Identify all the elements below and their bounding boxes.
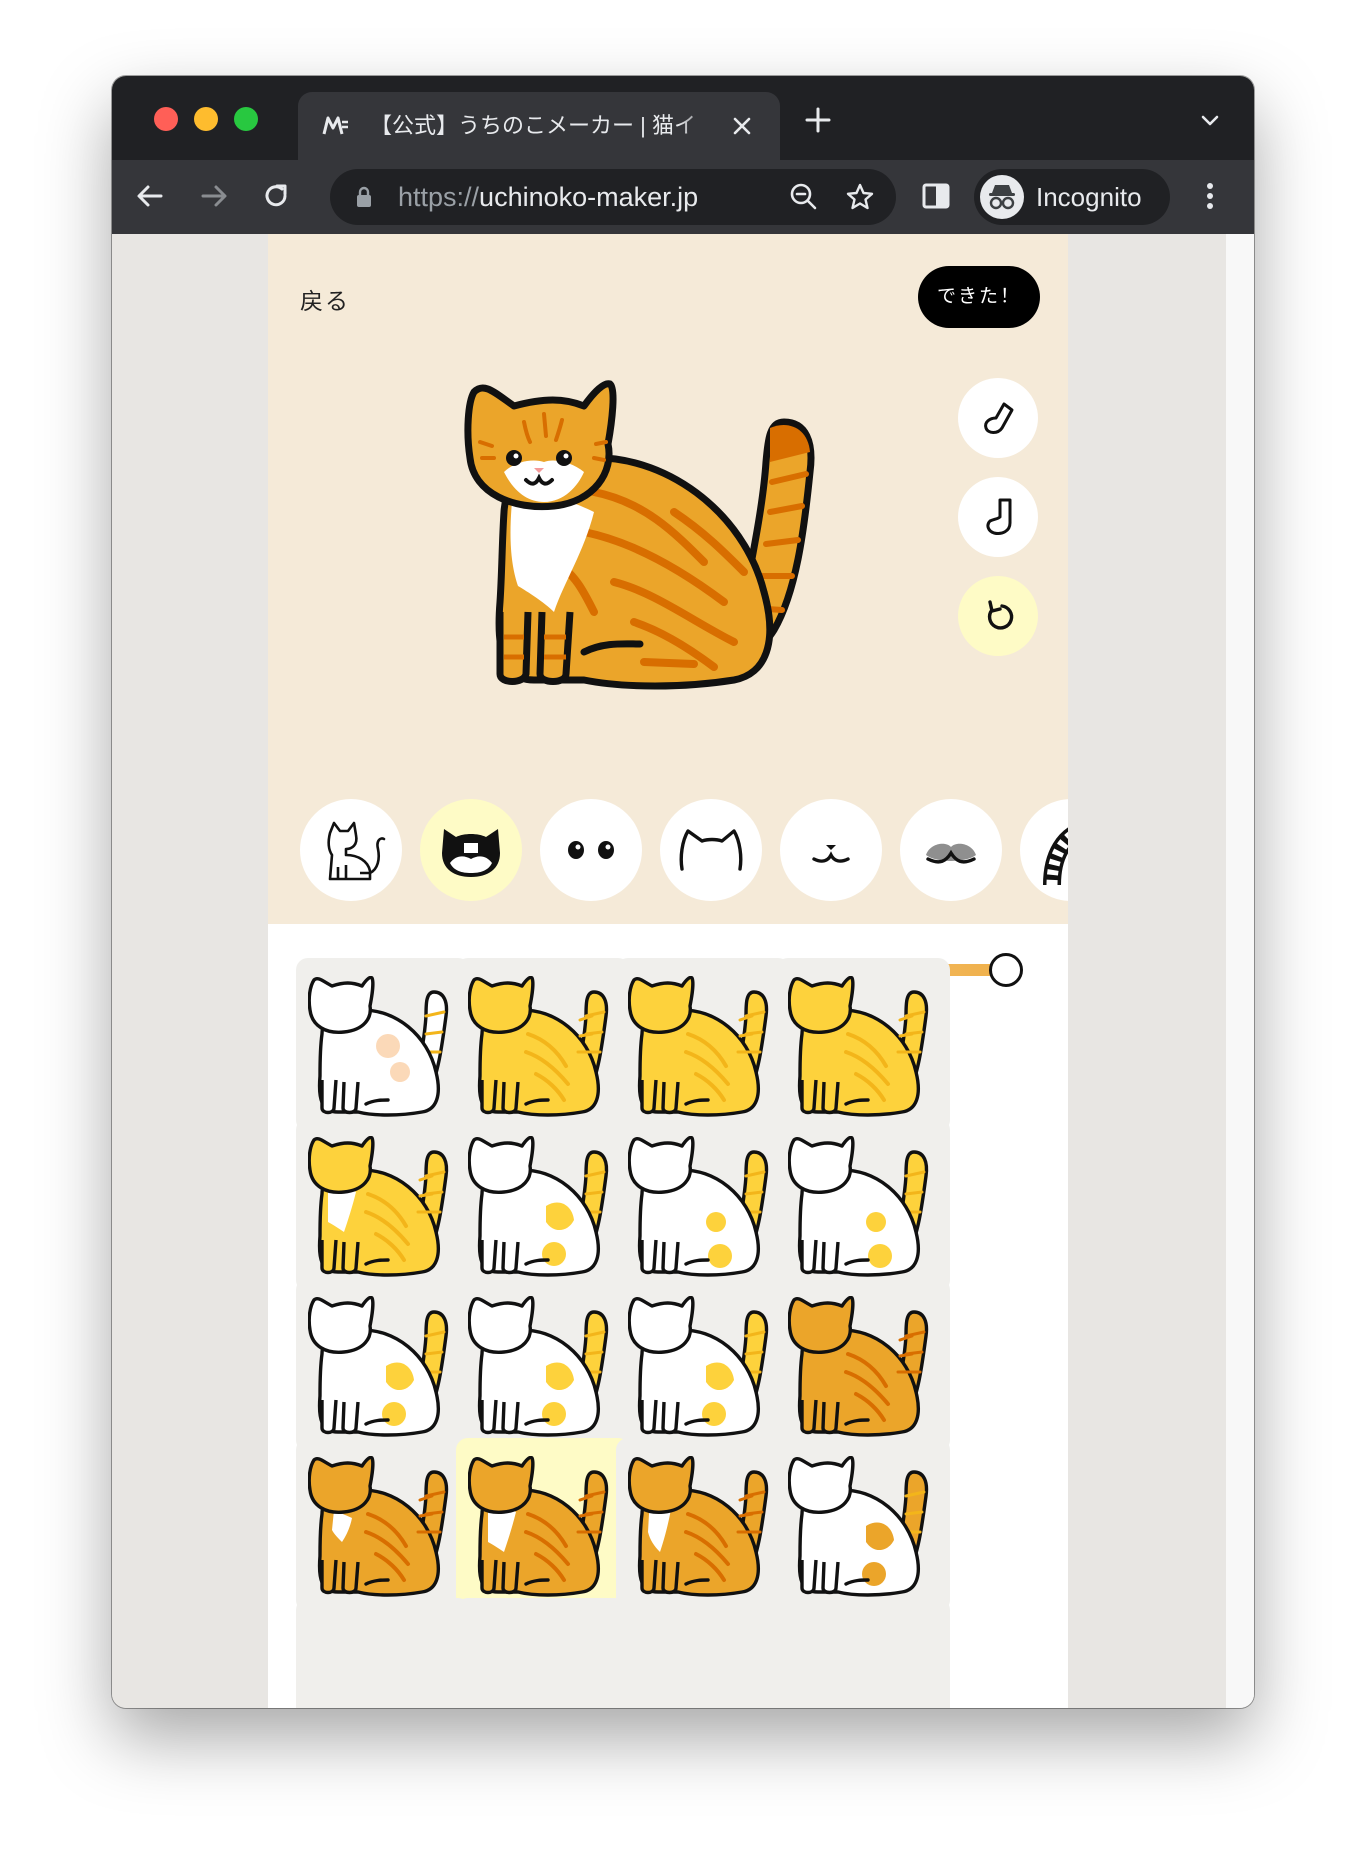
forward-arrow-icon[interactable] [196, 178, 232, 214]
body-part-icon [327, 821, 386, 881]
part-mouth-button[interactable] [780, 799, 882, 901]
cat-pattern-thumbnail [468, 1136, 609, 1277]
new-tab-icon[interactable] [802, 104, 834, 136]
long-sock-button[interactable] [958, 477, 1038, 557]
pattern-option[interactable] [296, 1438, 470, 1612]
cat-pattern-thumbnail [788, 1136, 929, 1277]
cat-pattern-thumbnail [308, 1296, 449, 1437]
pattern-option[interactable] [776, 958, 950, 1132]
part-body-button[interactable] [300, 799, 402, 901]
part-nose-button[interactable] [900, 799, 1002, 901]
chevron-down-icon[interactable] [1198, 108, 1222, 132]
lock-icon [357, 186, 371, 207]
url-text: https://uchinoko-maker.jp [398, 181, 698, 213]
part-tail-button[interactable] [1020, 799, 1068, 901]
pattern-option[interactable] [776, 1118, 950, 1292]
part-face-pattern-button[interactable] [420, 799, 522, 901]
incognito-avatar [980, 175, 1024, 219]
browser-toolbar: https://uchinoko-maker.jp Incognito [112, 160, 1254, 234]
page-viewport: 戻る できた！ [112, 234, 1254, 1708]
tab-title: 【公式】うちのこメーカー | 猫イ [370, 113, 696, 138]
cat-pattern-thumbnail [308, 976, 449, 1117]
pattern-option[interactable] [296, 1598, 470, 1708]
short-sock-icon [984, 402, 1014, 434]
pattern-option[interactable] [616, 1278, 790, 1452]
cat-pattern-thumbnail [788, 1456, 929, 1597]
cat-pattern-thumbnail [308, 1136, 449, 1277]
tab-strip: 【公式】うちのこメーカー | 猫イ [112, 76, 1254, 160]
pattern-option[interactable] [296, 1278, 470, 1452]
mouth-part-icon [812, 845, 850, 863]
cat-pattern-thumbnail [628, 1456, 769, 1597]
minimize-window-button[interactable] [194, 107, 218, 131]
tail-part-icon [1043, 828, 1068, 885]
address-bar[interactable]: https://uchinoko-maker.jp [330, 169, 896, 225]
incognito-label: Incognito [1036, 182, 1142, 212]
reset-button[interactable] [958, 576, 1038, 656]
pattern-option[interactable] [456, 1278, 630, 1452]
pattern-option[interactable] [296, 958, 470, 1132]
short-sock-button[interactable] [958, 378, 1038, 458]
done-button[interactable]: できた！ [918, 266, 1040, 328]
cat-pattern-thumbnail [788, 1296, 929, 1437]
pattern-option[interactable] [456, 1598, 630, 1708]
cat-pattern-thumbnail [468, 1296, 609, 1437]
pattern-grid [296, 958, 1044, 1708]
color-slider-thumb[interactable] [989, 953, 1023, 987]
back-link[interactable]: 戻る [300, 282, 350, 316]
tab-title-fade [678, 108, 718, 144]
cat-pattern-thumbnail [628, 1296, 769, 1437]
long-sock-icon [986, 498, 1012, 535]
side-panel-icon[interactable] [918, 178, 954, 214]
pattern-option[interactable] [456, 958, 630, 1132]
pattern-option[interactable] [456, 1438, 630, 1612]
preview-stage: 戻る できた！ [268, 234, 1068, 924]
eyes-part-icon [568, 841, 614, 859]
url-host: uchinoko-maker.jp [479, 182, 699, 212]
reset-icon [987, 600, 1014, 630]
cat-pattern-thumbnail [468, 976, 609, 1117]
browser-tab[interactable]: 【公式】うちのこメーカー | 猫イ [298, 92, 780, 160]
cat-maker-app: 戻る できた！ [268, 234, 1068, 1708]
close-window-button[interactable] [154, 107, 178, 131]
pattern-option[interactable] [296, 1118, 470, 1292]
back-arrow-icon[interactable] [132, 178, 168, 214]
cat-pattern-thumbnail [788, 976, 929, 1117]
parts-selector [300, 799, 1068, 903]
bookmark-star-icon[interactable] [844, 181, 876, 213]
cat-pattern-thumbnail [628, 976, 769, 1117]
pattern-option[interactable] [616, 1598, 790, 1708]
more-menu-icon[interactable] [1194, 178, 1226, 214]
cat-pattern-thumbnail [468, 1456, 609, 1597]
close-tab-icon[interactable] [728, 112, 756, 140]
pattern-option[interactable] [616, 1438, 790, 1612]
reload-icon[interactable] [258, 178, 294, 214]
url-scheme: https:// [398, 182, 480, 212]
browser-window: 【公式】うちのこメーカー | 猫イ https://uchinoko-maker… [112, 76, 1254, 1708]
part-ears-button[interactable] [660, 799, 762, 901]
nose-part-icon [926, 843, 976, 864]
pattern-option[interactable] [616, 1118, 790, 1292]
incognito-profile-button[interactable]: Incognito [974, 169, 1170, 225]
cat-preview-image [464, 380, 815, 690]
pattern-option[interactable] [616, 958, 790, 1132]
incognito-icon [989, 185, 1015, 210]
scrollbar[interactable] [1226, 234, 1254, 1708]
pattern-option[interactable] [776, 1278, 950, 1452]
cat-pattern-thumbnail [628, 1136, 769, 1277]
pattern-option[interactable] [456, 1118, 630, 1292]
pattern-option[interactable] [776, 1598, 950, 1708]
pattern-option[interactable] [776, 1438, 950, 1612]
site-favicon-icon [322, 116, 348, 135]
zoom-out-icon[interactable] [788, 181, 820, 213]
zoom-window-button[interactable] [234, 107, 258, 131]
cat-pattern-thumbnail [308, 1456, 449, 1597]
part-eyes-button[interactable] [540, 799, 642, 901]
face-pattern-part-icon [442, 829, 500, 877]
ears-part-icon [679, 829, 743, 871]
